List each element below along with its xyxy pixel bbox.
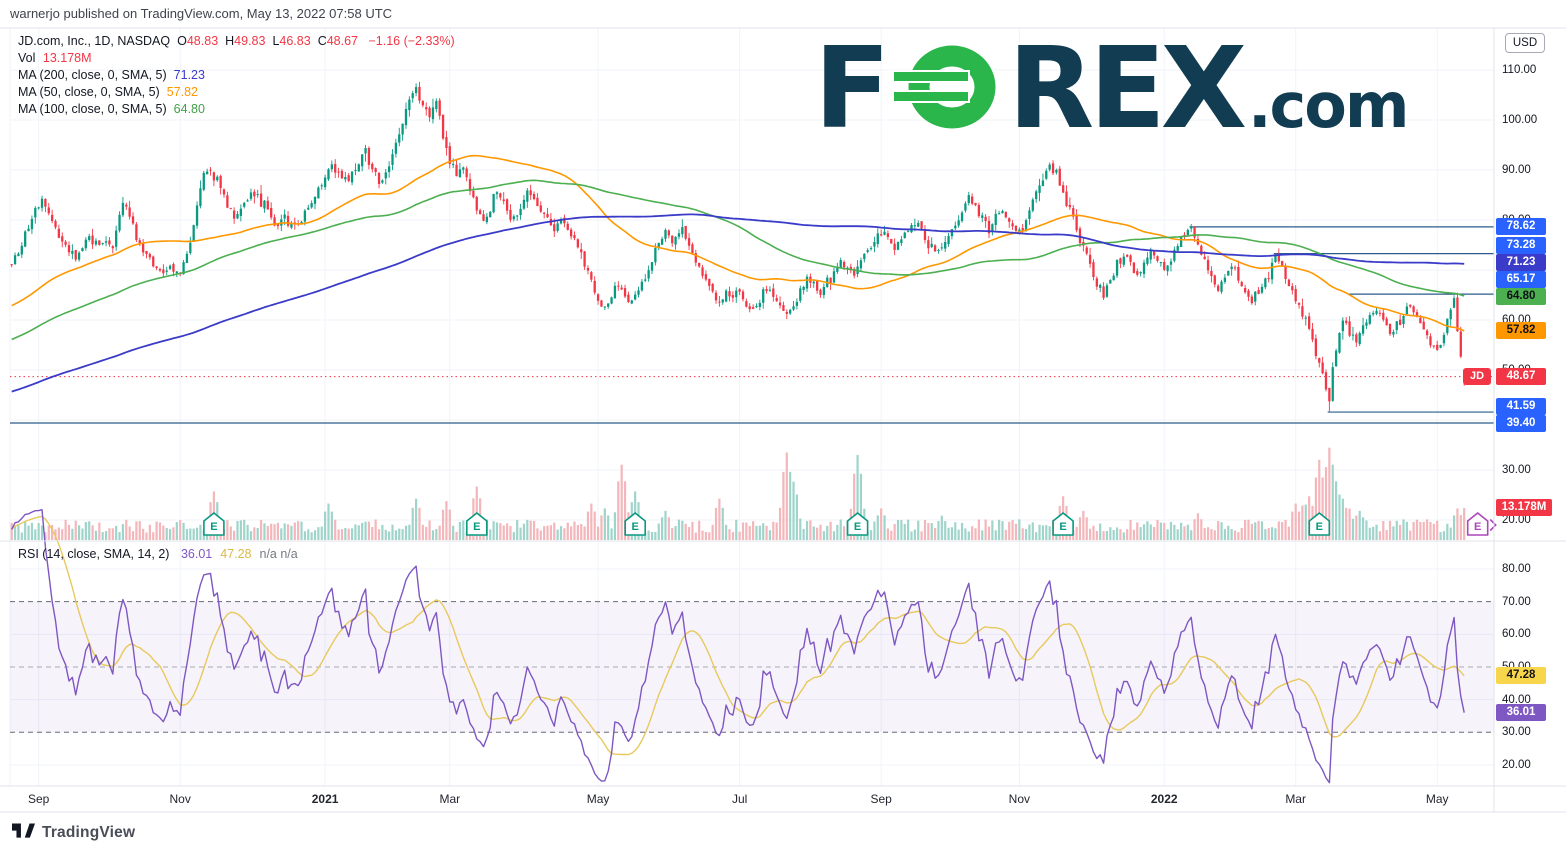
earnings-icon: E: [467, 513, 487, 535]
chart-canvas[interactable]: F REX.com E E E E E E E: [0, 0, 1566, 850]
price-tick: 110.00: [1502, 63, 1536, 77]
svg-text:.com: .com: [1248, 69, 1408, 142]
forex-o-icon: [890, 56, 985, 118]
rsi-value: 36.01: [181, 547, 212, 561]
ma-label: MA (200, close, 0, SMA, 5): [18, 68, 167, 82]
price-scale[interactable]: 110.00100.0090.0080.0070.0060.0050.0040.…: [1494, 28, 1566, 786]
earnings-icon: E: [1053, 513, 1073, 535]
time-tick: Sep: [853, 792, 909, 806]
svg-text:F: F: [814, 24, 886, 154]
time-tick: Sep: [11, 792, 67, 806]
volume-bars: [11, 448, 1466, 540]
price-axis-label: 48.67: [1496, 368, 1546, 385]
price-axis-label: 41.59: [1496, 398, 1546, 415]
volume-label: Vol: [18, 51, 35, 65]
time-tick: 2022: [1136, 792, 1192, 806]
price-axis-label: 78.62: [1496, 218, 1546, 235]
tradingview-published-chart: warnerjo published on TradingView.com, M…: [0, 0, 1566, 850]
tradingview-logo-icon: [12, 822, 35, 843]
rsi-axis-label: 47.28: [1496, 667, 1546, 684]
price-tick: 90.00: [1502, 163, 1531, 177]
price-axis-label: 65.17: [1496, 271, 1546, 288]
ohlc-letter: O: [177, 34, 187, 48]
rsi-tick: 20.00: [1502, 758, 1531, 772]
volume-legend-row: Vol 13.178M: [18, 50, 455, 67]
ohlc-value: 48.67: [327, 34, 358, 48]
symbol-title: JD.com, Inc., 1D, NASDAQ: [18, 34, 170, 48]
rsi-axis-label: 36.01: [1496, 704, 1546, 721]
ma-label: MA (100, close, 0, SMA, 5): [18, 102, 167, 116]
ma-legend-rows: MA (200, close, 0, SMA, 5) 71.23 MA (50, c…: [18, 67, 455, 118]
svg-text:E: E: [854, 521, 861, 533]
time-scale[interactable]: Sep Nov 2021 Mar May Jul Sep Nov 2022 Mar May: [0, 786, 1566, 812]
svg-text:E: E: [632, 521, 639, 533]
ma-legend-row: MA (100, close, 0, SMA, 5) 64.80: [18, 101, 455, 118]
ma-value: 57.82: [167, 85, 198, 99]
svg-text:E: E: [210, 521, 217, 533]
price-axis-label: 73.28: [1496, 237, 1546, 254]
price-tick: 100.00: [1502, 113, 1537, 127]
rsi-tick: 30.00: [1502, 725, 1531, 739]
ma-label: MA (50, close, 0, SMA, 5): [18, 85, 160, 99]
ohlc-value: 46.83: [279, 34, 310, 48]
rsi-legend: RSI (14, close, SMA, 14, 2) 36.01 47.28 n/…: [18, 546, 298, 563]
ohlc-values: O48.83H49.83L46.83C48.67: [170, 34, 358, 48]
earnings-icon: E: [1468, 513, 1496, 535]
time-tick: Mar: [1268, 792, 1324, 806]
price-axis-label: 64.80: [1496, 288, 1546, 305]
ma-legend-row: MA (200, close, 0, SMA, 5) 71.23: [18, 67, 455, 84]
price-axis-label: 39.40: [1496, 415, 1546, 432]
time-tick: Mar: [422, 792, 478, 806]
forex-watermark: F REX.com: [814, 24, 1408, 154]
ohlc-letter: H: [225, 34, 234, 48]
time-tick: Nov: [152, 792, 208, 806]
rsi-na-values: n/a n/a: [260, 547, 298, 561]
time-tick: May: [570, 792, 626, 806]
symbol-price-tag: JD: [1463, 368, 1491, 385]
rsi-smoothing-value: 47.28: [220, 547, 251, 561]
change-value: −1.16 (−2.33%): [368, 34, 454, 48]
ma-value: 64.80: [174, 102, 205, 116]
tradingview-brand-text: TradingView: [42, 824, 135, 842]
ma-value: 71.23: [174, 68, 205, 82]
ma-legend-row: MA (50, close, 0, SMA, 5) 57.82: [18, 84, 455, 101]
time-tick: 2021: [297, 792, 353, 806]
rsi-tick: 70.00: [1502, 595, 1531, 609]
ohlc-value: 49.83: [234, 34, 265, 48]
symbol-legend-row: JD.com, Inc., 1D, NASDAQO48.83H49.83L46.…: [18, 33, 455, 50]
time-tick: May: [1409, 792, 1465, 806]
price-tick: 30.00: [1502, 463, 1531, 477]
price-axis-label: 71.23: [1496, 254, 1546, 271]
price-axis-label: 57.82: [1496, 322, 1546, 339]
time-tick: Nov: [991, 792, 1047, 806]
svg-text:E: E: [473, 521, 480, 533]
symbol-legend: JD.com, Inc., 1D, NASDAQO48.83H49.83L46.…: [18, 33, 455, 118]
svg-text:REX: REX: [1008, 24, 1246, 154]
ohlc-letter: C: [318, 34, 327, 48]
rsi-tick: 60.00: [1502, 627, 1531, 641]
rsi-label: RSI (14, close, SMA, 14, 2): [18, 547, 169, 561]
tradingview-footer[interactable]: TradingView: [12, 822, 135, 843]
volume-value: 13.178M: [43, 51, 92, 65]
svg-text:E: E: [1059, 521, 1066, 533]
volume-axis-label: 13.178M: [1496, 499, 1552, 516]
svg-text:E: E: [1474, 521, 1481, 533]
svg-text:E: E: [1316, 521, 1323, 533]
time-tick: Jul: [712, 792, 768, 806]
rsi-values: 36.01 47.28 n/a n/a: [173, 547, 298, 561]
earnings-icon: E: [204, 513, 224, 535]
rsi-tick: 80.00: [1502, 562, 1531, 576]
ohlc-value: 48.83: [187, 34, 218, 48]
